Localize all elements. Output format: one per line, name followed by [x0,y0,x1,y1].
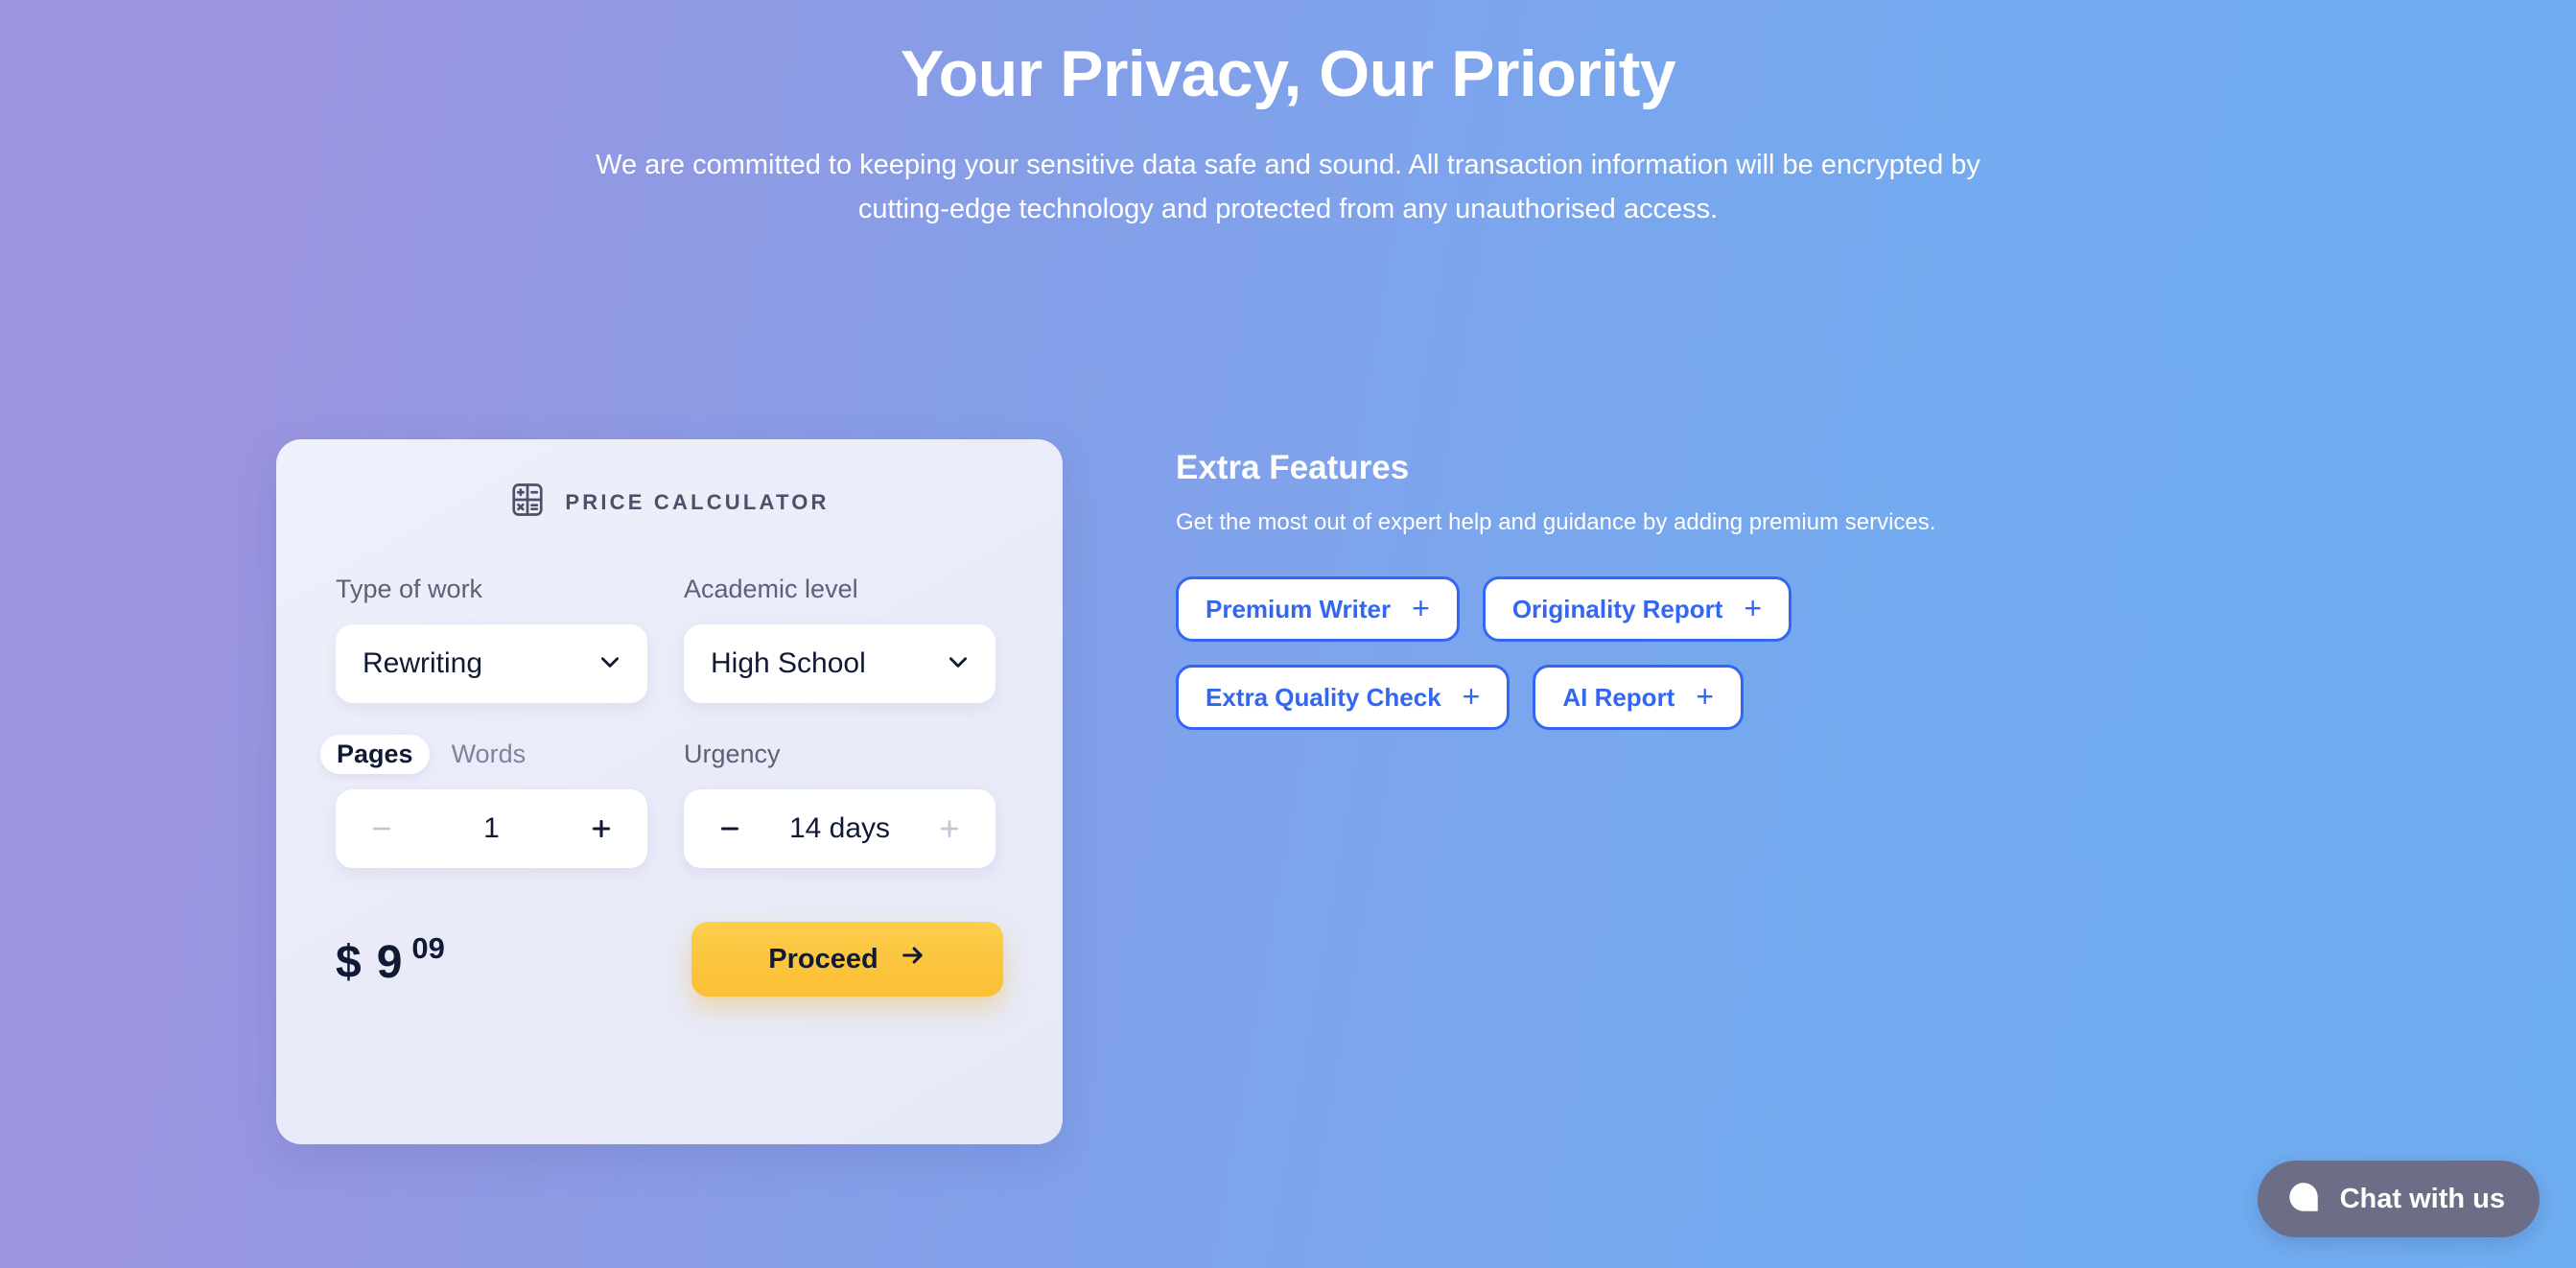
extra-features-subtitle: Get the most out of expert help and guid… [1176,509,1936,535]
price-row: $ 9 09 Proceed [336,922,1003,997]
extra-features-title: Extra Features [1176,449,1410,486]
chip-ai-report[interactable]: AI Report + [1533,665,1745,730]
plus-icon: + [1462,678,1481,714]
plus-icon: + [1744,590,1763,625]
chip-label: Originality Report [1511,594,1723,623]
chat-bubble-icon [2286,1180,2321,1219]
price-calculator-card: PRICE CALCULATOR Type of work Rewriting … [276,439,1063,1144]
type-of-work-group: Type of work Rewriting [336,575,647,703]
type-of-work-value: Rewriting [363,647,483,679]
extra-features-section: Extra Features Get the most out of exper… [1176,439,2001,730]
academic-level-label: Academic level [684,574,858,603]
chip-label: Premium Writer [1206,594,1392,623]
pages-words-toggle: Pages Words [320,734,647,774]
chip-premium-writer[interactable]: Premium Writer + [1176,576,1460,642]
academic-level-select[interactable]: High School [684,624,995,703]
calculator-header: PRICE CALCULATOR [336,481,1003,523]
chip-label: Extra Quality Check [1206,682,1441,712]
extra-features-chip-list: Premium Writer + Originality Report + Ex… [1176,576,2001,730]
urgency-increment-button[interactable] [930,810,969,848]
pages-increment-button[interactable] [582,810,621,848]
price-integer: 9 [376,936,403,988]
calculator-title: PRICE CALCULATOR [565,489,830,514]
chip-label: AI Report [1562,682,1675,712]
urgency-label: Urgency [684,739,781,768]
pages-decrement-button[interactable] [363,810,401,848]
chat-widget-button[interactable]: Chat with us [2257,1161,2540,1237]
type-of-work-label: Type of work [336,574,483,603]
type-of-work-select[interactable]: Rewriting [336,624,647,703]
urgency-stepper: 14 days [684,789,995,868]
chevron-down-icon [597,649,622,679]
total-price: $ 9 09 [336,933,445,986]
toggle-option-words[interactable]: Words [435,735,543,774]
proceed-label: Proceed [768,943,878,974]
price-decimal: 09 [411,930,445,965]
hero-section: Your Privacy, Our Priority We are commit… [0,0,2576,232]
selectors-row: Type of work Rewriting Academic level Hi… [336,575,1003,703]
pages-value: 1 [483,812,500,844]
chat-widget-label: Chat with us [2339,1183,2505,1214]
chip-originality-report[interactable]: Originality Report + [1482,576,1792,642]
pages-stepper: 1 [336,789,647,868]
academic-level-group: Academic level High School [684,575,995,703]
urgency-group: Urgency 14 days [684,740,995,868]
chip-extra-quality-check[interactable]: Extra Quality Check + [1176,665,1510,730]
academic-level-value: High School [711,647,866,679]
amount-group: Pages Words 1 [320,734,647,868]
plus-icon: + [1412,590,1430,625]
page-title: Your Privacy, Our Priority [900,37,1676,110]
arrow-right-icon [900,942,926,976]
chevron-down-icon [946,649,971,679]
proceed-button[interactable]: Proceed [691,922,1003,997]
quantity-row: Pages Words 1 Urgency 14 days [320,734,1003,868]
urgency-decrement-button[interactable] [711,810,749,848]
price-currency: $ [336,936,362,988]
plus-icon: + [1696,678,1715,714]
main-content: PRICE CALCULATOR Type of work Rewriting … [276,439,2576,1144]
toggle-option-pages[interactable]: Pages [320,734,430,774]
calculator-icon [509,481,546,523]
urgency-value: 14 days [788,812,891,844]
page-subtitle: We are committed to keeping your sensiti… [596,150,1980,224]
